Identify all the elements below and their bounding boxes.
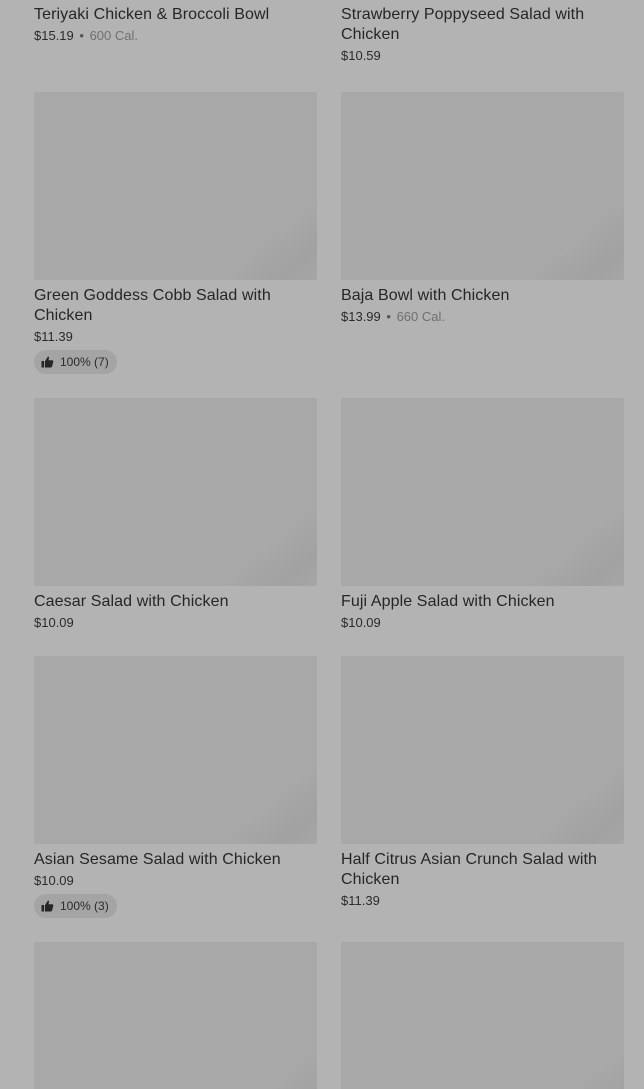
item-image[interactable] [341,92,624,280]
menu-item-card[interactable] [34,942,317,1089]
item-image[interactable] [34,656,317,844]
menu-item-card[interactable]: Baja Bowl with Chicken $13.99 • 660 Cal. [341,92,624,325]
item-name[interactable]: Strawberry Poppyseed Salad with Chicken [341,5,624,45]
item-image[interactable] [341,656,624,844]
menu-item-card[interactable]: Fuji Apple Salad with Chicken $10.09 [341,398,624,631]
item-price: $10.09 [341,615,381,630]
item-name[interactable]: Asian Sesame Salad with Chicken [34,850,317,870]
menu-item-card[interactable] [341,942,624,1089]
item-price: $11.39 [34,329,73,344]
item-price: $15.19 [34,28,74,43]
item-name[interactable]: Teriyaki Chicken & Broccoli Bowl [34,5,317,25]
item-meta: $11.39 [34,329,317,345]
rating-badge: 100% (3) [34,894,117,918]
rating-badge: 100% (7) [34,350,117,374]
separator: • [79,28,84,43]
separator: • [386,309,391,324]
thumbs-up-icon [41,900,54,912]
item-price: $11.39 [341,893,380,908]
item-meta: $13.99 • 660 Cal. [341,309,624,325]
thumbs-up-icon [41,356,54,368]
item-image[interactable] [34,942,317,1089]
menu-item-card[interactable]: Caesar Salad with Chicken $10.09 [34,398,317,631]
item-image[interactable] [341,398,624,586]
item-meta: $10.59 [341,48,624,64]
item-image[interactable] [34,398,317,586]
item-meta: $15.19 • 600 Cal. [34,28,317,44]
item-name[interactable]: Half Citrus Asian Crunch Salad with Chic… [341,850,624,890]
item-name[interactable]: Baja Bowl with Chicken [341,286,624,306]
item-image[interactable] [34,92,317,280]
item-price: $10.09 [34,873,74,888]
item-price: $13.99 [341,309,381,324]
menu-item-card[interactable]: Green Goddess Cobb Salad with Chicken $1… [34,92,317,374]
item-name[interactable]: Fuji Apple Salad with Chicken [341,592,624,612]
item-calories: 600 Cal. [89,28,138,43]
menu-item-card[interactable]: Half Citrus Asian Crunch Salad with Chic… [341,656,624,909]
menu-item-card[interactable]: Asian Sesame Salad with Chicken $10.09 1… [34,656,317,918]
item-name[interactable]: Green Goddess Cobb Salad with Chicken [34,286,317,326]
menu-item-card[interactable]: Strawberry Poppyseed Salad with Chicken … [341,0,624,64]
menu-item-card[interactable]: Teriyaki Chicken & Broccoli Bowl $15.19 … [34,0,317,44]
item-meta: $10.09 [34,873,317,889]
rating-text: 100% (7) [60,355,109,369]
menu-item-grid: Teriyaki Chicken & Broccoli Bowl $15.19 … [0,0,644,1089]
item-image[interactable] [341,942,624,1089]
item-name[interactable]: Caesar Salad with Chicken [34,592,317,612]
item-calories: 660 Cal. [396,309,445,324]
item-meta: $10.09 [341,615,624,631]
item-meta: $10.09 [34,615,317,631]
item-price: $10.59 [341,48,381,63]
item-meta: $11.39 [341,893,624,909]
item-price: $10.09 [34,615,74,630]
rating-text: 100% (3) [60,899,109,913]
